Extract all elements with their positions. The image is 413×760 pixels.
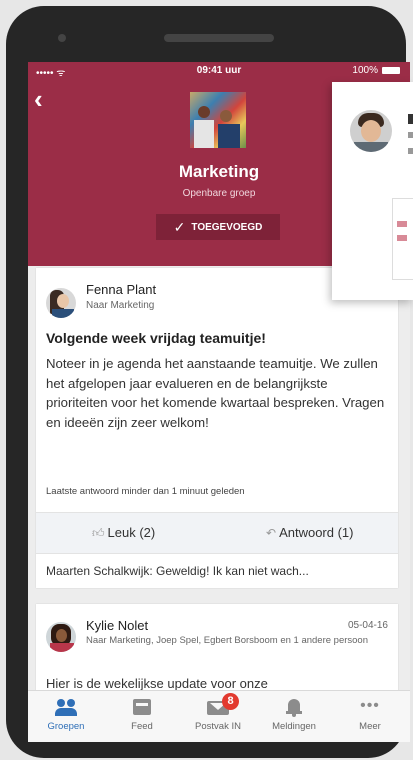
mail-icon: 8	[207, 693, 239, 719]
post-date: 05-04-16	[347, 620, 388, 631]
tab-feed[interactable]: Feed	[104, 697, 180, 732]
popover-attachment	[392, 198, 413, 280]
status-bar: ••••• ᯤ 09:41 uur 100%	[28, 62, 410, 80]
tab-label: Meer	[359, 721, 381, 732]
avatar	[46, 622, 76, 652]
battery-label: 100%	[352, 65, 378, 76]
post-body: Noteer in je agenda het aanstaande teamu…	[46, 356, 385, 430]
tab-postvak-in[interactable]: 8 Postvak IN	[180, 693, 256, 732]
more-icon: •••	[360, 697, 380, 714]
joined-button-label: TOEGEVOEGD	[191, 221, 263, 233]
like-button[interactable]: 👍︎ Leuk (2)	[92, 525, 155, 541]
battery-icon	[382, 66, 400, 74]
last-reply-time: Laatste antwoord minder dan 1 minuut gel…	[46, 486, 245, 497]
avatar	[350, 110, 392, 152]
post-title: Volgende week vrijdag teamuitje!	[46, 330, 266, 346]
back-chevron-icon[interactable]: ‹	[34, 86, 43, 112]
joined-button[interactable]: ✓ TOEGEVOEGD	[156, 214, 280, 240]
camera-dot	[58, 34, 66, 42]
group-photo	[190, 92, 246, 148]
latest-comment[interactable]: Maarten Schalkwijk: Geweldig! Ik kan nie…	[46, 564, 309, 578]
post-target: Naar Marketing	[86, 300, 155, 311]
avatar	[46, 288, 76, 318]
post-author[interactable]: Fenna Plant	[86, 282, 156, 297]
reply-arrow-icon: ↶	[266, 526, 277, 540]
tab-label: Postvak IN	[195, 721, 241, 732]
post-actions: 👍︎ Leuk (2) ↶ Antwoord (1)	[36, 512, 398, 554]
post-preview: Hier is de wekelijkse update voor onze	[46, 676, 268, 691]
people-icon	[55, 697, 77, 719]
unread-badge: 8	[222, 693, 239, 710]
like-label: Leuk (2)	[107, 525, 156, 540]
reply-button[interactable]: ↶ Antwoord (1)	[266, 525, 353, 540]
post-target: Naar Marketing, Joep Spel, Egbert Borsbo…	[86, 635, 368, 646]
tab-label: Meldingen	[272, 721, 316, 732]
notification-popover[interactable]	[332, 82, 413, 300]
tab-label: Groepen	[47, 721, 85, 732]
check-icon: ✓	[173, 218, 186, 235]
tab-meldingen[interactable]: Meldingen	[256, 697, 332, 732]
tab-groepen[interactable]: Groepen	[28, 697, 104, 732]
tab-bar: Groepen Feed 8 Postvak IN Meldingen ••• …	[28, 690, 410, 742]
earpiece	[164, 34, 274, 42]
battery-indicator: 100%	[352, 65, 400, 76]
bell-icon	[286, 697, 302, 719]
post-card[interactable]: Fenna Plant Naar Marketing Volgende week…	[36, 268, 398, 588]
reply-label: Antwoord (1)	[279, 525, 354, 540]
post-author[interactable]: Kylie Nolet	[86, 618, 148, 633]
thumbs-up-icon: 👍︎	[92, 526, 105, 540]
feed-icon	[133, 697, 151, 719]
tab-meer[interactable]: ••• Meer	[332, 697, 408, 732]
tab-label: Feed	[131, 721, 153, 732]
